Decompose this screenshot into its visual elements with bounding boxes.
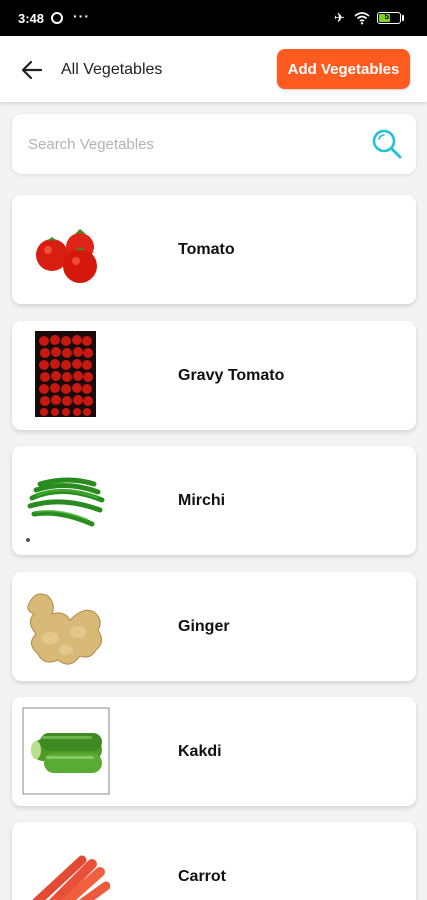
list-item[interactable]: Gravy Tomato: [12, 321, 416, 430]
search-input[interactable]: [28, 130, 358, 158]
search-icon[interactable]: [371, 128, 403, 160]
wifi-icon: [354, 12, 370, 25]
list-item[interactable]: Ginger: [12, 572, 416, 681]
arrow-left-icon: [21, 60, 43, 80]
list-item[interactable]: Carrot: [12, 822, 416, 900]
gravy-tomato-image: [22, 329, 110, 421]
more-notifications-icon: ···: [73, 8, 90, 24]
vegetable-name: Ginger: [178, 618, 230, 635]
sync-icon: [51, 12, 63, 24]
vegetable-name: Tomato: [178, 241, 235, 258]
list-item[interactable]: Mirchi: [12, 446, 416, 555]
vegetable-name: Kakdi: [178, 743, 222, 760]
list-item[interactable]: Kakdi: [12, 697, 416, 806]
list-item[interactable]: Tomato: [12, 195, 416, 304]
carrot-image: [22, 830, 110, 900]
page-title: All Vegetables: [61, 61, 163, 78]
battery-icon: 51: [377, 12, 401, 24]
app-header: All Vegetables Add Vegetables: [0, 36, 427, 102]
battery-level: 51: [384, 12, 394, 21]
ginger-image: [22, 580, 110, 672]
kakdi-image: [22, 705, 110, 797]
airplane-mode-icon: ✈: [334, 10, 345, 25]
mirchi-image: [22, 454, 110, 546]
vegetable-name: Mirchi: [178, 492, 226, 509]
status-time: 3:48: [18, 11, 45, 26]
tomato-image: [22, 203, 110, 295]
vegetable-name: Carrot: [178, 868, 227, 885]
search-bar: [12, 114, 416, 174]
vegetable-name: Gravy Tomato: [178, 367, 285, 384]
status-bar: 3:48 ··· ✈ 51: [0, 0, 427, 36]
add-vegetables-button[interactable]: Add Vegetables: [277, 49, 410, 89]
back-button[interactable]: [14, 54, 50, 86]
